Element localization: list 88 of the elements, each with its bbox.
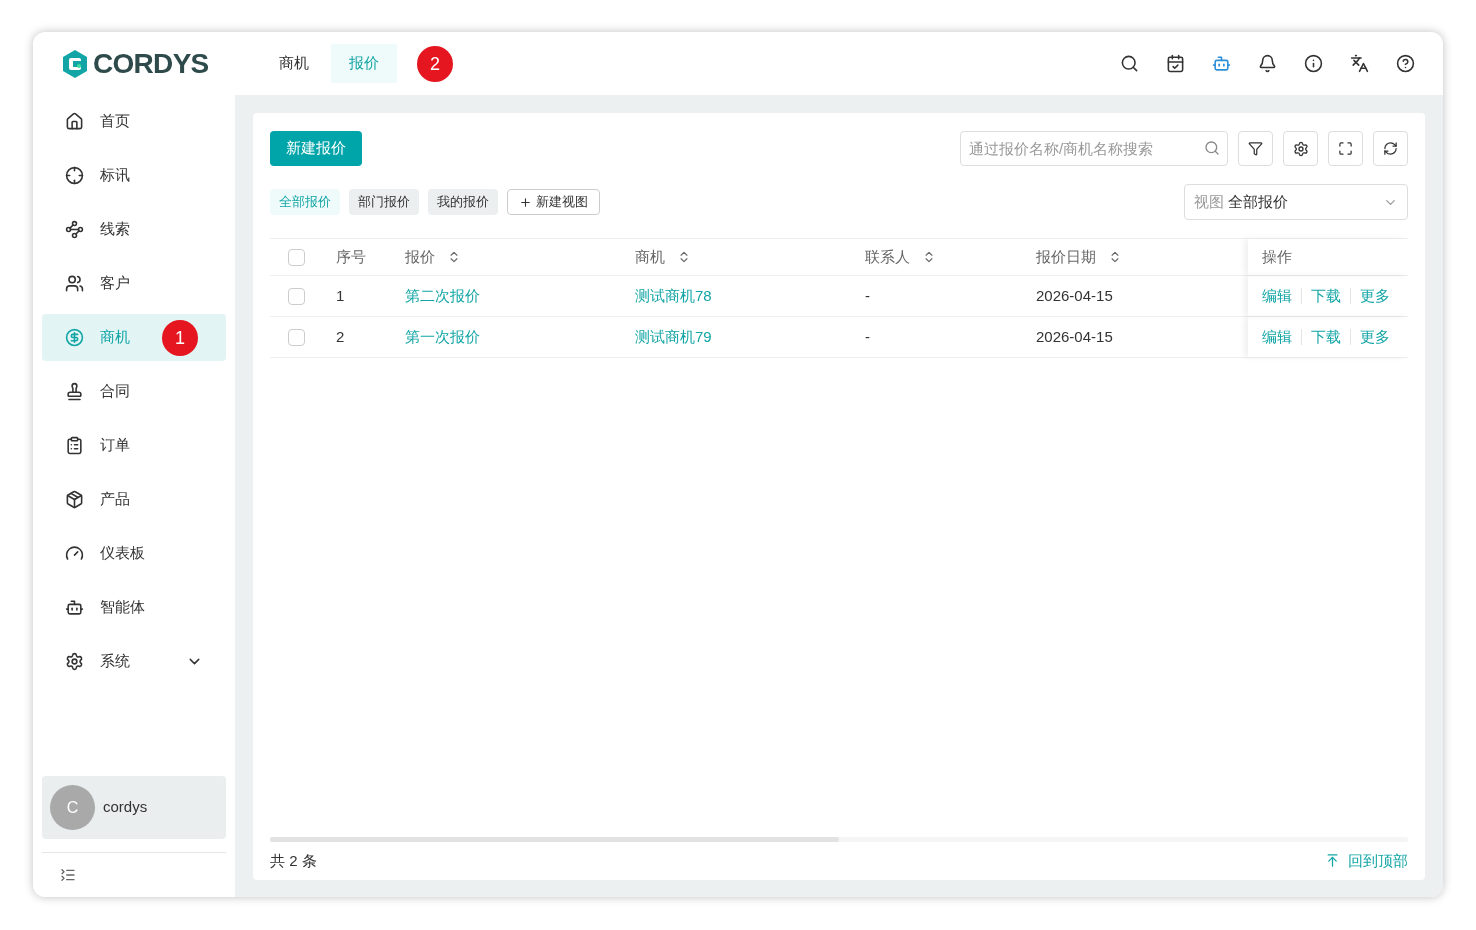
- settings-icon: [1292, 140, 1309, 157]
- table-cell-text: 2: [335, 326, 346, 347]
- menu-label: 标讯: [100, 165, 130, 186]
- search-icon[interactable]: [1120, 54, 1139, 73]
- refresh-button[interactable]: [1373, 131, 1408, 166]
- robot-icon[interactable]: [1212, 54, 1231, 73]
- sidebar-item[interactable]: 订单: [42, 422, 226, 469]
- filter-icon: [1248, 141, 1263, 156]
- new-view-button[interactable]: 新建视图: [507, 189, 600, 215]
- checkbox[interactable]: [287, 287, 305, 305]
- sort-icon[interactable]: [1108, 250, 1122, 264]
- table-cell-text: 2026-04-15: [1035, 285, 1114, 306]
- fullscreen-button[interactable]: [1328, 131, 1363, 166]
- robot-icon: [65, 598, 84, 617]
- translate-icon[interactable]: [1350, 54, 1369, 73]
- user-name: cordys: [103, 797, 148, 818]
- sidebar-item[interactable]: 合同: [42, 368, 226, 415]
- table-cell-text: -: [864, 285, 871, 306]
- view-tab[interactable]: 我的报价: [428, 189, 498, 215]
- calendar-check-icon[interactable]: [1166, 54, 1185, 73]
- crosshair-icon: [65, 166, 84, 185]
- menu-label: 产品: [100, 489, 130, 510]
- view-select[interactable]: 视图 全部报价: [1184, 184, 1408, 220]
- user-avatar: C: [50, 785, 95, 830]
- scrollbar-thumb[interactable]: [270, 836, 839, 842]
- sidebar-item[interactable]: 首页: [42, 98, 226, 145]
- expand-icon: [1338, 141, 1353, 156]
- settings-button[interactable]: [1283, 131, 1318, 166]
- sort-icon[interactable]: [922, 250, 936, 264]
- users-icon: [65, 274, 84, 293]
- collapse-menu-icon[interactable]: [60, 867, 76, 883]
- filter-button[interactable]: [1238, 131, 1273, 166]
- sidebar-item[interactable]: 产品: [42, 476, 226, 523]
- column-header: 操作: [1262, 246, 1292, 267]
- column-header: 商机: [635, 246, 665, 267]
- number-badge: 1: [162, 319, 198, 356]
- sidebar-item[interactable]: 仪表板: [42, 530, 226, 577]
- box-icon: [65, 490, 84, 509]
- plus-icon: [519, 195, 532, 209]
- coin-icon: [65, 328, 84, 347]
- menu-label: 线索: [100, 219, 130, 240]
- menu-label: 首页: [100, 111, 130, 132]
- house-icon: [65, 112, 84, 131]
- total-count: 共 2 条: [270, 850, 317, 871]
- menu-label: 订单: [100, 435, 130, 456]
- logo-text: CORDYS: [93, 46, 209, 81]
- settings-icon: [65, 652, 84, 671]
- nav-tab[interactable]: 商机: [261, 44, 327, 83]
- sort-icon[interactable]: [447, 250, 461, 264]
- column-header: 序号: [336, 246, 366, 267]
- menu-label: 合同: [100, 381, 130, 402]
- column-header: 报价日期: [1036, 246, 1096, 267]
- menu-label: 智能体: [100, 597, 145, 618]
- sidebar-item[interactable]: 商机 1: [42, 314, 226, 361]
- checkbox[interactable]: [287, 328, 305, 346]
- table-cell-text: -: [864, 326, 871, 347]
- table-cell-text: 1: [335, 285, 346, 306]
- nodes-icon: [65, 220, 84, 239]
- clipboard-icon: [65, 436, 84, 455]
- user-card[interactable]: C cordys: [42, 776, 226, 839]
- menu-label: 系统: [100, 651, 130, 672]
- logo-icon: [61, 48, 89, 79]
- sidebar-item[interactable]: 智能体: [42, 584, 226, 631]
- stamp-icon: [65, 382, 84, 401]
- number-badge: 2: [417, 45, 453, 82]
- column-header: 联系人: [865, 246, 910, 267]
- gauge-icon: [65, 544, 84, 563]
- menu-label: 商机: [100, 327, 130, 348]
- sort-icon[interactable]: [677, 250, 691, 264]
- column-header: 报价: [405, 246, 435, 267]
- bell-icon[interactable]: [1258, 54, 1277, 73]
- sidebar-item[interactable]: 标讯: [42, 152, 226, 199]
- sidebar-item[interactable]: 客户: [42, 260, 226, 307]
- menu-label: 客户: [100, 273, 130, 294]
- select-value: 全部报价: [1228, 191, 1288, 212]
- arrow-up-to-line-icon: [1325, 853, 1340, 869]
- search-field[interactable]: 通过报价名称/商机名称搜索: [960, 131, 1228, 166]
- select-prefix: 视图: [1194, 191, 1224, 212]
- sidebar-item[interactable]: 线索: [42, 206, 226, 253]
- sidebar-item[interactable]: 系统: [42, 638, 226, 685]
- menu-label: 仪表板: [100, 543, 145, 564]
- view-tab[interactable]: 部门报价: [349, 189, 419, 215]
- search-icon: [1204, 140, 1220, 156]
- table-cell-text: 2026-04-15: [1035, 326, 1114, 347]
- checkbox[interactable]: [287, 248, 305, 266]
- info-icon[interactable]: [1304, 54, 1323, 73]
- refresh-icon: [1383, 141, 1398, 156]
- help-icon[interactable]: [1396, 54, 1415, 73]
